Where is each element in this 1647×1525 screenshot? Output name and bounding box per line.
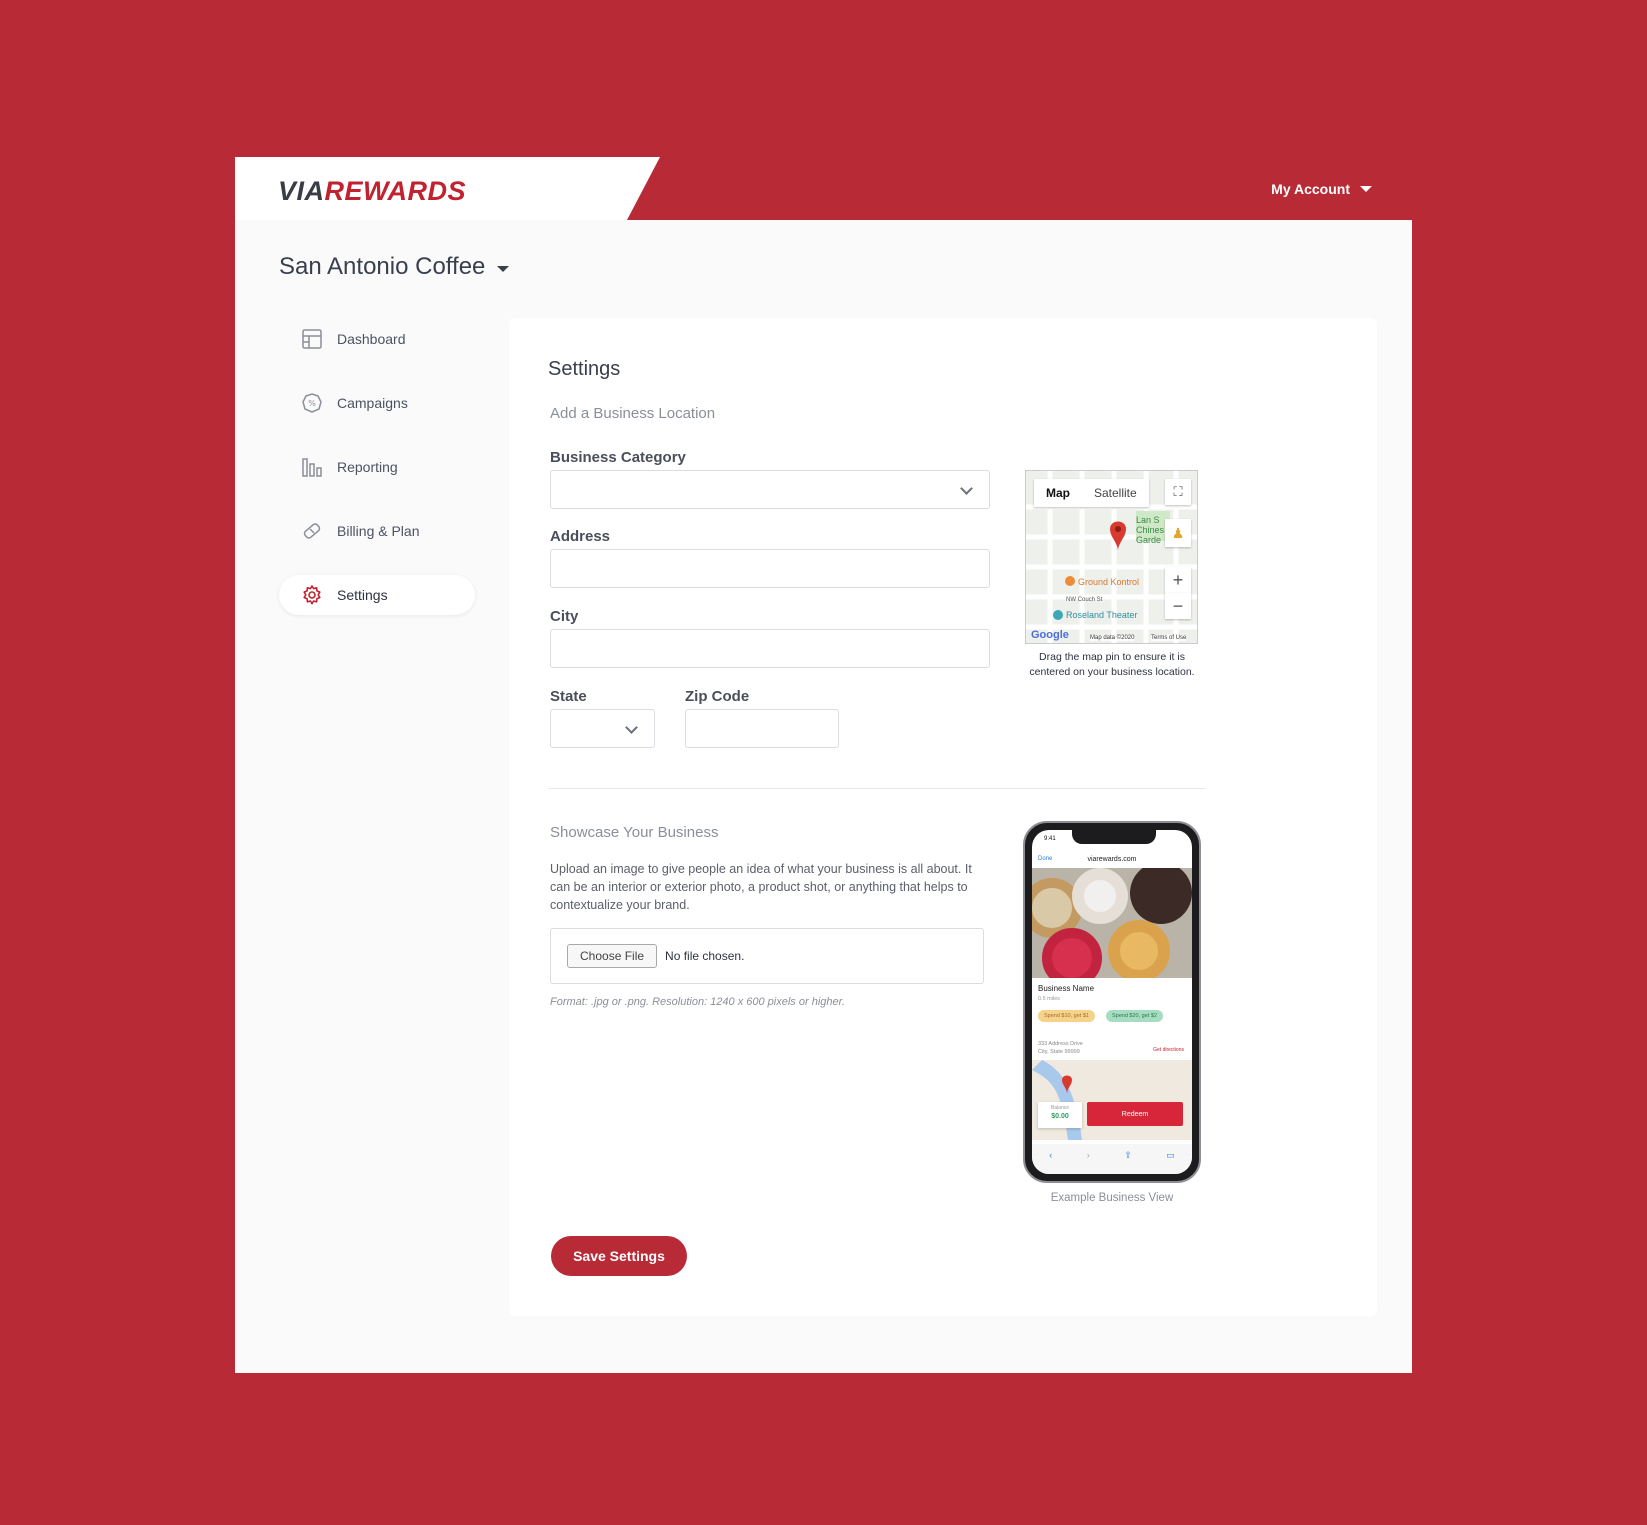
dashboard-icon	[302, 329, 322, 349]
save-settings-button[interactable]: Save Settings	[551, 1236, 687, 1276]
business-category-select[interactable]	[550, 470, 990, 509]
logo-via-text: VIA	[278, 176, 325, 206]
file-upload: Choose File No file chosen.	[550, 928, 984, 984]
map-type-tabs: Map Satellite	[1034, 479, 1149, 507]
state-label: State	[550, 688, 587, 705]
sidebar-item-label: Settings	[337, 587, 388, 603]
address-label: Address	[550, 528, 611, 545]
map-label-ground-kontrol: Ground Kontrol	[1078, 577, 1140, 587]
business-category-label: Business Category	[550, 449, 686, 466]
phone-balance-label: Balance	[1050, 1105, 1070, 1111]
phone-redeem-button: Redeem	[1087, 1102, 1183, 1126]
app-window: VIAREWARDS My Account San Antonio Coffee…	[235, 157, 1412, 1373]
section-divider	[548, 788, 1206, 789]
phone-business-name: Business Name	[1038, 984, 1095, 993]
business-name: San Antonio Coffee	[279, 253, 486, 280]
map-caption: Drag the map pin to ensure it is centere…	[1029, 651, 1195, 678]
billing-icon	[303, 523, 321, 539]
pegman-icon[interactable]: ♟	[1165, 519, 1191, 547]
sidebar-item-label: Billing & Plan	[337, 523, 420, 539]
phone-toolbar: ‹ › ⇧ ▭	[1032, 1144, 1192, 1174]
chevron-down-icon	[960, 482, 973, 495]
zoom-out-icon[interactable]: −	[1165, 593, 1191, 619]
phone-distance: 0.5 miles	[1038, 996, 1061, 1002]
choose-file-button[interactable]: Choose File	[567, 944, 658, 968]
fullscreen-icon[interactable]: ⛶	[1165, 479, 1191, 505]
format-hint: Format: .jpg or .png. Resolution: 1240 x…	[550, 996, 845, 1008]
phone-map	[1032, 1060, 1192, 1140]
phone-address: 333 Address Drive City, State 99999	[1038, 1040, 1083, 1056]
map-tab-map[interactable]: Map	[1034, 479, 1082, 507]
gear-icon	[303, 585, 321, 605]
showcase-description: Upload an image to give people an idea o…	[550, 862, 972, 912]
phone-time: 9:41	[1044, 836, 1056, 842]
map-label-roseland: Roseland Theater	[1066, 610, 1138, 620]
reporting-icon	[302, 458, 322, 477]
google-logo: Google	[1031, 629, 1069, 641]
phone-offer-1: Spend $10, get $1	[1038, 1010, 1095, 1022]
forward-icon: ›	[1086, 1150, 1090, 1160]
sidebar-item-billing[interactable]: Billing & Plan	[279, 511, 475, 551]
zoom-in-icon[interactable]: +	[1165, 567, 1191, 593]
my-account-label: My Account	[1271, 181, 1350, 197]
sidebar-item-label: Dashboard	[337, 331, 406, 347]
sidebar-nav: Dashboard % Campaigns Reporting Billing …	[279, 319, 475, 639]
phone-directions: Get directions	[1153, 1047, 1184, 1053]
city-label: City	[550, 608, 579, 625]
business-selector[interactable]: San Antonio Coffee	[279, 253, 510, 281]
phone-address-line2: City, State 99999	[1038, 1049, 1080, 1055]
back-icon: ‹	[1049, 1150, 1053, 1160]
logo-rewards-text: REWARDS	[324, 176, 467, 206]
showcase-section-title: Showcase Your Business	[550, 824, 719, 841]
my-account-menu[interactable]: My Account	[1271, 181, 1372, 197]
phone-offer-2: Spend $20, get $2	[1106, 1010, 1163, 1022]
chevron-down-icon	[625, 721, 638, 734]
chevron-down-icon	[1360, 186, 1372, 192]
business-photo	[1032, 868, 1192, 978]
phone-notch	[1072, 830, 1156, 844]
map-tab-satellite[interactable]: Satellite	[1082, 479, 1149, 507]
zip-field[interactable]	[685, 709, 839, 748]
sidebar-item-dashboard[interactable]: Dashboard	[279, 319, 475, 359]
sidebar-item-settings[interactable]: Settings	[279, 575, 475, 615]
phone-caption: Example Business View	[1050, 1192, 1174, 1204]
phone-url: viarewards.com	[1087, 856, 1137, 863]
sidebar-item-campaigns[interactable]: % Campaigns	[279, 383, 475, 423]
sidebar-item-label: Reporting	[337, 459, 398, 475]
top-header: VIAREWARDS My Account	[235, 157, 1412, 220]
settings-card: Settings Add a Business Location Busines…	[509, 318, 1377, 1316]
map-label-park: Lan S Chines Garde	[1136, 515, 1165, 545]
phone-address-line1: 333 Address Drive	[1038, 1041, 1083, 1047]
sidebar-item-label: Campaigns	[337, 395, 408, 411]
page-title: Settings	[548, 358, 621, 380]
phone-preview: 9:41 Done viarewards.com Business Name 0…	[1023, 821, 1201, 1183]
phone-balance: Balance $0.00	[1038, 1102, 1082, 1128]
map-data-text: Map data ©2020	[1090, 635, 1135, 641]
location-section-title: Add a Business Location	[550, 405, 716, 422]
sidebar-item-reporting[interactable]: Reporting	[279, 447, 475, 487]
location-map[interactable]: Map Satellite ⛶ ♟ + − Lan S Chines Garde…	[1025, 470, 1198, 644]
file-status: No file chosen.	[665, 949, 745, 963]
zip-label: Zip Code	[685, 688, 750, 705]
map-terms-link[interactable]: Terms of Use	[1151, 635, 1187, 641]
svg-text:%: %	[308, 399, 316, 408]
campaigns-icon: %	[302, 393, 322, 413]
bookmarks-icon: ▭	[1166, 1150, 1175, 1160]
city-field[interactable]	[550, 629, 990, 668]
map-label-street: NW Couch St	[1066, 597, 1103, 603]
phone-screen: 9:41 Done viarewards.com Business Name 0…	[1032, 830, 1192, 1174]
chevron-down-icon	[497, 265, 510, 272]
state-select[interactable]	[550, 709, 655, 748]
brand-logo[interactable]: VIAREWARDS	[278, 176, 466, 207]
share-icon: ⇧	[1124, 1150, 1132, 1160]
phone-balance-value: $0.00	[1051, 1113, 1069, 1120]
phone-map-graphic	[1032, 1060, 1082, 1140]
address-field[interactable]	[550, 549, 990, 588]
